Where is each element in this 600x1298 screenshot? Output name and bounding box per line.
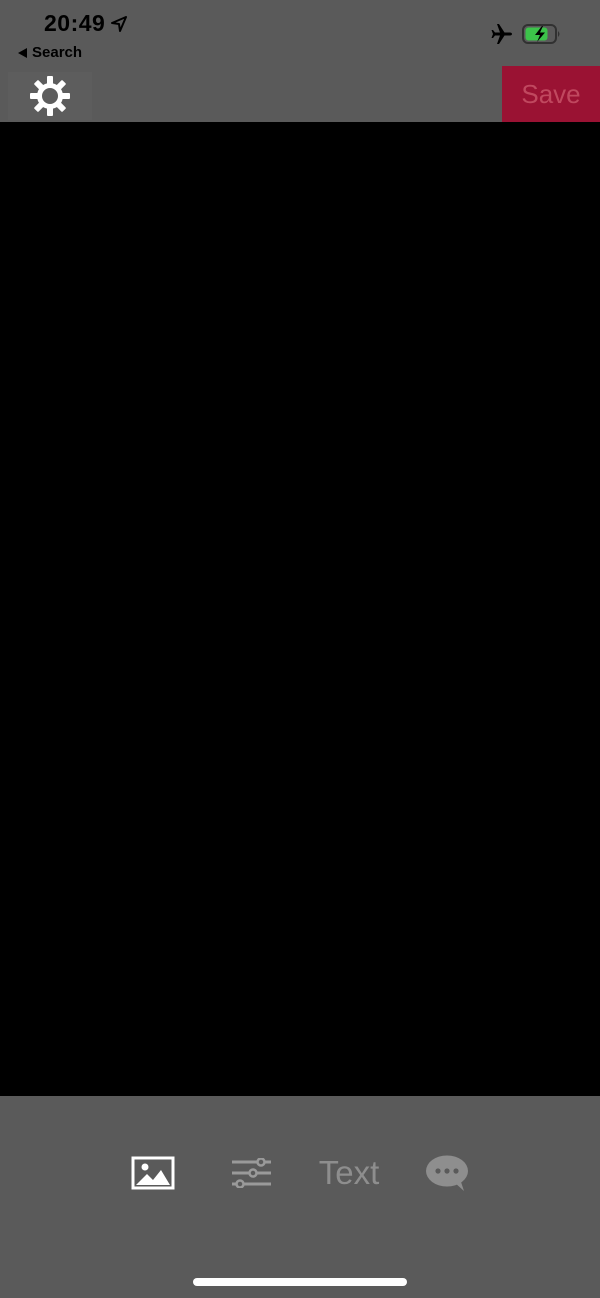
settings-button[interactable]	[8, 72, 92, 120]
image-icon	[131, 1156, 175, 1190]
battery-charging-icon	[522, 24, 560, 44]
image-tool-button[interactable]	[128, 1146, 178, 1200]
save-button[interactable]: Save	[502, 66, 600, 122]
adjust-tool-button[interactable]	[228, 1146, 274, 1200]
screen: 20:49 Search Save Text	[0, 0, 600, 1298]
speech-bubble-icon	[426, 1155, 468, 1191]
sliders-icon	[232, 1158, 271, 1188]
back-to-search[interactable]: Search	[18, 44, 82, 61]
comment-tool-button[interactable]	[420, 1146, 474, 1200]
home-indicator[interactable]	[193, 1278, 407, 1286]
location-arrow-icon	[111, 15, 128, 32]
status-time: 20:49	[44, 10, 128, 37]
airplane-icon	[491, 24, 512, 44]
text-tool-button[interactable]: Text	[312, 1146, 386, 1200]
status-indicators	[490, 22, 562, 46]
back-triangle-icon	[18, 47, 27, 58]
status-time-label: 20:49	[44, 10, 106, 36]
editor-canvas[interactable]	[0, 122, 600, 1096]
gear-icon	[30, 76, 70, 116]
back-label: Search	[32, 44, 83, 61]
bottom-toolbar: Text	[0, 1096, 600, 1298]
